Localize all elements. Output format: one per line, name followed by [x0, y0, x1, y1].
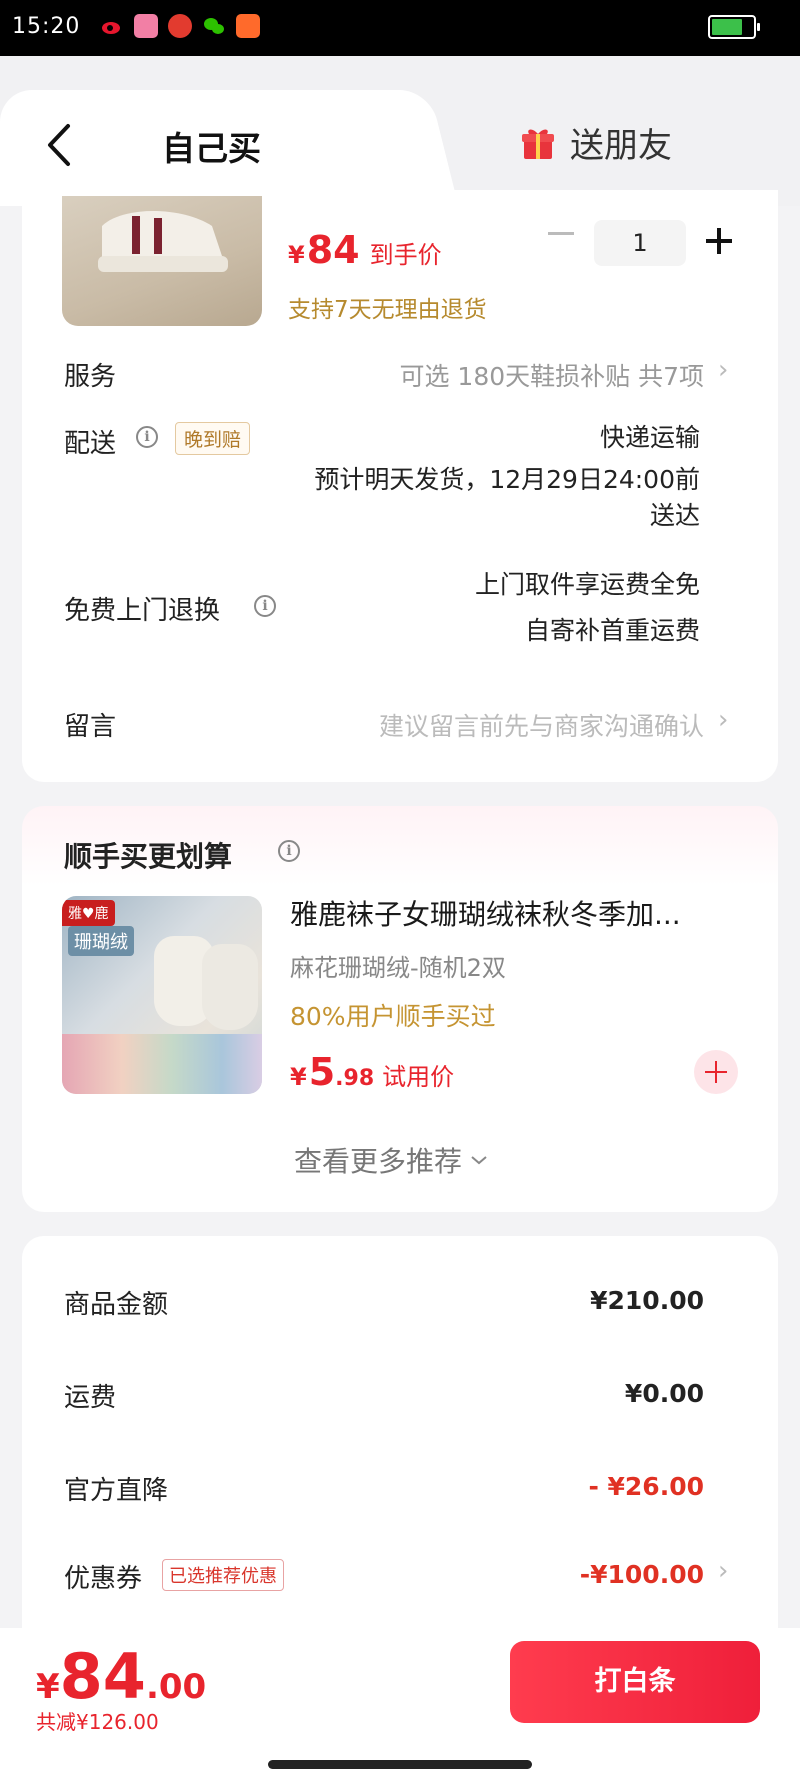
total-saved: 共减¥126.00 [36, 1710, 159, 1734]
total-int: 84 [59, 1640, 146, 1713]
coupon-chevron-icon[interactable]: › [718, 1556, 728, 1586]
goods-amount-label: 商品金额 [64, 1290, 169, 1320]
product-image[interactable] [62, 196, 262, 326]
message-chevron-icon[interactable]: › [718, 705, 728, 735]
free-return-line1: 上门取件享运费全免 [474, 570, 700, 599]
rec-price-label: 试用价 [382, 1063, 455, 1091]
delivery-eta-line2: 送达 [649, 501, 700, 530]
status-time: 15:20 [12, 14, 81, 39]
quantity-increment-button[interactable] [706, 228, 732, 254]
price-value: 84 [306, 228, 360, 272]
status-app-icons [100, 14, 260, 38]
free-return-line2: 自寄补首重运费 [524, 616, 700, 645]
shipping-label: 运费 [64, 1383, 117, 1413]
service-value[interactable]: 可选 180天鞋损补贴 共7项 [399, 357, 704, 393]
smzdm-icon [168, 14, 192, 38]
free-return-label: 免费上门退换 [64, 596, 221, 626]
price-currency: ¥ [288, 241, 305, 269]
rec-price-dec: .98 [335, 1066, 375, 1091]
total-price: ¥ 84 .00 [36, 1640, 206, 1713]
quantity-decrement-button[interactable] [548, 232, 574, 235]
service-label: 服务 [64, 362, 117, 392]
gift-icon [522, 128, 554, 159]
recommend-price: ¥ 5 .98 试用价 [290, 1050, 454, 1094]
coupon-selected-tag: 已选推荐优惠 [162, 1559, 284, 1591]
more-recommend-label: 查看更多推荐 [294, 1145, 463, 1178]
image-brand-label: 雅♥鹿 [62, 900, 115, 926]
wechat-icon [202, 14, 226, 38]
service-chevron-icon[interactable]: › [718, 355, 728, 385]
coupon-value[interactable]: -¥100.00 [580, 1560, 704, 1589]
back-arrow-icon[interactable] [44, 122, 74, 168]
recommend-product-spec: 麻花珊瑚绒-随机2双 [290, 954, 506, 982]
return-policy: 支持7天无理由退货 [288, 297, 487, 323]
image-badge-label: 珊瑚绒 [68, 926, 134, 956]
weibo-icon [100, 14, 124, 38]
rec-price-currency: ¥ [290, 1063, 307, 1091]
rec-price-int: 5 [308, 1050, 336, 1094]
bilibili-icon [134, 14, 158, 38]
battery-icon [708, 15, 760, 39]
delivery-info-icon[interactable]: i [136, 426, 158, 448]
pay-with-baitiao-button[interactable]: 打白条 [510, 1641, 760, 1723]
official-discount-value: - ¥26.00 [588, 1472, 704, 1501]
add-recommend-button[interactable] [694, 1050, 738, 1094]
tab-self[interactable]: 自己买 [162, 122, 261, 170]
coupon-label: 优惠券 [64, 1564, 143, 1594]
delivery-method: 快递运输 [599, 423, 700, 452]
recommend-product-name[interactable]: 雅鹿袜子女珊瑚绒袜秋冬季加... [290, 893, 681, 933]
message-input[interactable]: 建议留言前先与商家沟通确认 [379, 707, 704, 743]
home-indicator[interactable] [268, 1760, 532, 1769]
chevron-down-icon [471, 1156, 487, 1165]
recommend-bought-stat: 80%用户顺手买过 [290, 1002, 496, 1031]
taobao-icon [236, 14, 260, 38]
recommend-product-image[interactable]: 雅♥鹿 珊瑚绒 [62, 896, 262, 1094]
recommend-title: 顺手买更划算 [64, 840, 233, 873]
official-discount-label: 官方直降 [64, 1476, 169, 1506]
total-currency: ¥ [36, 1667, 60, 1707]
goods-amount-value: ¥210.00 [590, 1286, 704, 1315]
price-label: 到手价 [369, 241, 442, 269]
free-return-info-icon[interactable]: i [254, 595, 276, 617]
total-dec: .00 [145, 1667, 207, 1707]
quantity-input[interactable]: 1 [594, 220, 686, 266]
tab-gift-label: 送朋友 [570, 126, 672, 166]
delivery-eta: 预计明天发货，12月29日24:00前 [314, 465, 700, 494]
message-label: 留言 [64, 712, 117, 742]
delivery-label: 配送 [64, 429, 117, 459]
product-price: ¥ 84 到手价 [288, 228, 442, 272]
shipping-value: ¥0.00 [624, 1379, 704, 1408]
recommend-info-icon[interactable]: i [278, 840, 300, 862]
tab-gift[interactable]: 送朋友 [520, 118, 672, 167]
more-recommend-button[interactable]: 查看更多推荐 [294, 1140, 488, 1180]
late-compensation-tag: 晚到赔 [175, 422, 251, 455]
